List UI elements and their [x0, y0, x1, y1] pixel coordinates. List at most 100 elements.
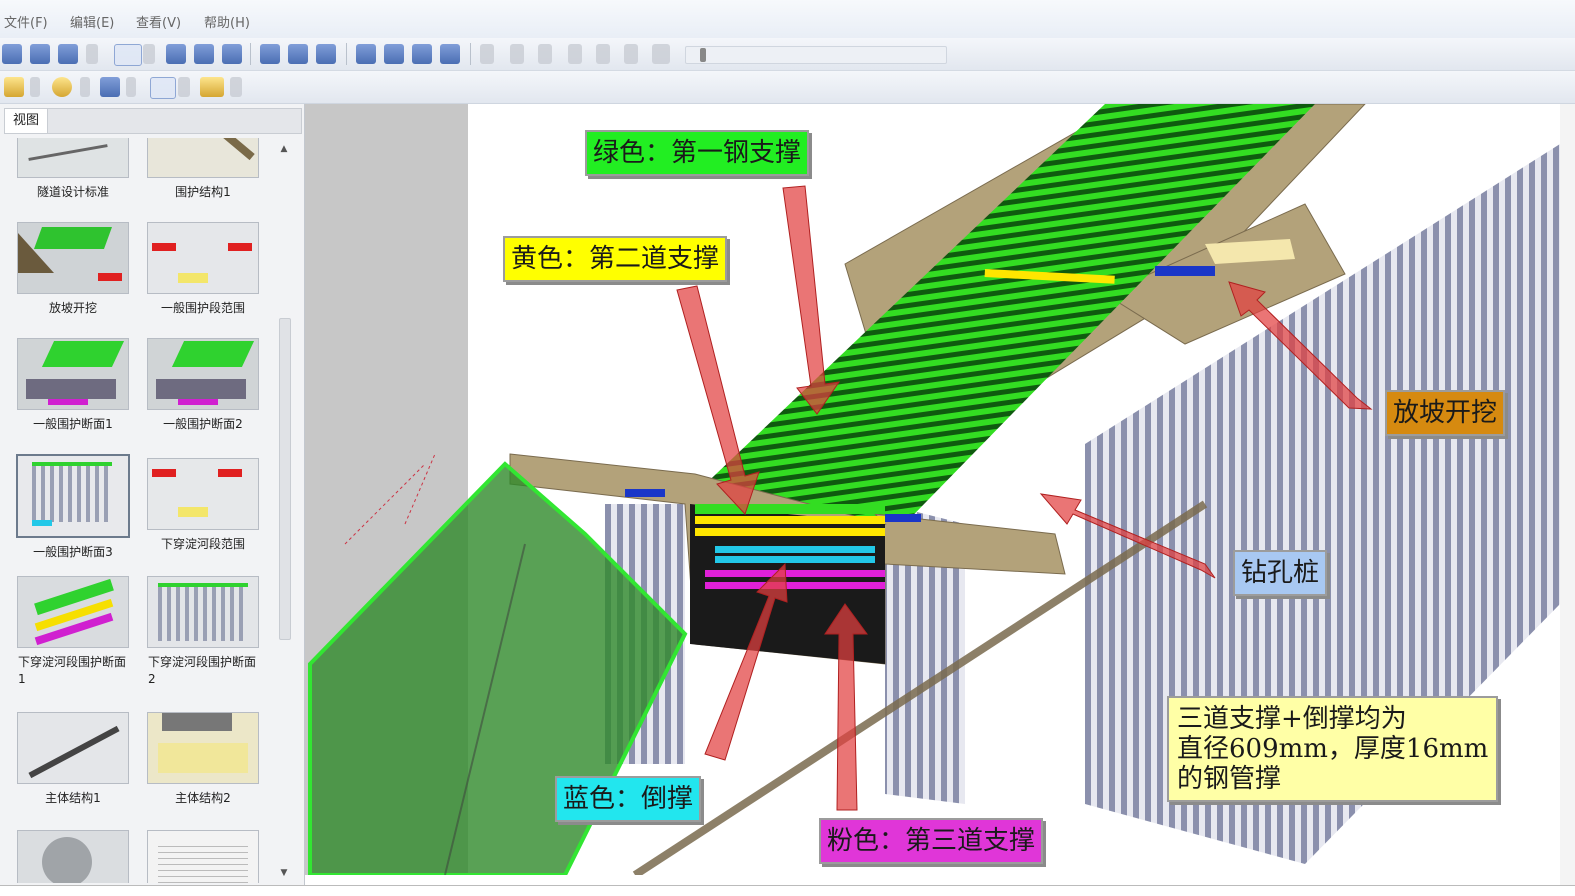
scroll-thumb[interactable] — [279, 318, 291, 640]
panel-scrollbar[interactable]: ▲ ▼ — [276, 138, 292, 883]
stop-icon[interactable] — [596, 44, 610, 64]
menu-bar: 文件(F) 编辑(E) 查看(V) 帮助(H) — [0, 0, 1575, 39]
thumbnail-image — [17, 222, 129, 294]
note-line: 的钢管撑 — [1177, 764, 1282, 794]
grid-icon[interactable] — [166, 44, 186, 64]
thumbnail-item[interactable]: 一般围护断面1 — [14, 338, 132, 433]
nav-2-icon[interactable] — [384, 44, 404, 64]
thumbnail-item[interactable]: 下穿淀河段范围 — [144, 458, 262, 553]
thumbnail-label: 主体结构2 — [175, 791, 231, 805]
status-strip — [0, 885, 1575, 896]
slope-excavation-label: 放坡开挖 — [1385, 390, 1506, 436]
material-dropdown-icon[interactable] — [80, 77, 90, 97]
main-toolbar — [0, 38, 1575, 71]
thumbnail-item[interactable]: 围护结构1 — [144, 138, 262, 201]
thumbnail-image — [147, 458, 259, 530]
orbit-icon[interactable] — [288, 44, 308, 64]
thumbnail-item[interactable]: 主体结构1 — [14, 712, 132, 807]
redo-icon[interactable] — [86, 44, 98, 64]
undo-icon[interactable] — [58, 44, 78, 64]
green-strut-section — [695, 504, 885, 514]
thumbnail-item[interactable] — [14, 830, 132, 883]
material-icon[interactable] — [52, 77, 72, 97]
thumbnail-label: 一般围护断面3 — [33, 545, 113, 559]
yellow-strut-section — [695, 516, 885, 524]
thumbnail-label: 一般围护断面2 — [163, 417, 243, 431]
thumbnail-item[interactable]: 下穿淀河段围护断面1 — [14, 576, 132, 688]
3d-viewport[interactable]: 绿色：第一钢支撑 黄色：第二道支撑 蓝色：倒撑 粉色：第三道支撑 放坡开挖 钻孔… — [305, 104, 1560, 875]
thumbnail-item-selected[interactable]: 一般围护断面3 — [14, 454, 132, 561]
loop-icon[interactable] — [652, 44, 670, 64]
nav-3-icon[interactable] — [412, 44, 432, 64]
pause-icon[interactable] — [568, 44, 582, 64]
thumbnail-image — [147, 712, 259, 784]
yellow-strut-label: 黄色：第二道支撑 — [503, 236, 728, 282]
light-dropdown-icon[interactable] — [30, 77, 40, 97]
thumbnail-item[interactable]: 一般围护断面2 — [144, 338, 262, 433]
toolbar-separator — [250, 43, 251, 65]
pencil-icon[interactable] — [200, 77, 224, 97]
toolbar-separator — [346, 43, 347, 65]
thumbnail-label: 下穿淀河段围护断面2 — [148, 655, 257, 686]
thumbnail-list: 隧道设计标准 围护结构1 放坡开挖 一般围护段范围 一般围护断面1 一般围护断面… — [10, 138, 272, 883]
thumbnail-image — [147, 576, 259, 648]
slider-thumb[interactable] — [700, 48, 706, 62]
scroll-down-icon[interactable]: ▼ — [279, 868, 289, 878]
menu-file[interactable]: 文件(F) — [4, 12, 48, 31]
thumbnail-image — [16, 454, 130, 538]
cyan-strut-section — [715, 546, 875, 553]
thumbnail-item[interactable]: 隧道设计标准 — [14, 138, 132, 201]
scroll-up-icon[interactable]: ▲ — [279, 144, 289, 154]
thumbnail-image — [17, 338, 129, 410]
move-dropdown-icon[interactable] — [178, 77, 190, 97]
thumbnail-label: 下穿淀河段围护断面1 — [18, 655, 127, 686]
green-strut-label: 绿色：第一钢支撑 — [585, 130, 810, 176]
tab-views[interactable]: 视图 — [5, 109, 48, 133]
thumbnail-item[interactable] — [144, 830, 262, 883]
thumbnail-image — [17, 712, 129, 784]
render-dropdown-icon[interactable] — [126, 77, 136, 97]
thumbnail-label: 一般围护段范围 — [160, 301, 245, 315]
link-icon[interactable] — [194, 44, 214, 64]
light-icon[interactable] — [4, 77, 24, 97]
secondary-toolbar — [0, 71, 1575, 104]
info-icon[interactable] — [222, 44, 242, 64]
menu-edit[interactable]: 编辑(E) — [70, 12, 114, 31]
thumbnail-image — [17, 138, 129, 178]
note-box: 三道支撑+倒撑均为 直径609mm，厚度16mm 的钢管撑 — [1167, 696, 1499, 802]
first-frame-icon[interactable] — [480, 44, 494, 64]
nav-4-icon[interactable] — [440, 44, 460, 64]
menu-help[interactable]: 帮助(H) — [204, 12, 250, 31]
thumbnail-image — [147, 222, 259, 294]
nav-1-icon[interactable] — [356, 44, 376, 64]
camera-icon[interactable] — [260, 44, 280, 64]
note-line: 直径609mm，厚度16mm — [1177, 734, 1489, 764]
zoom-fit-icon[interactable] — [114, 44, 142, 66]
play-icon[interactable] — [538, 44, 552, 64]
note-line: 三道支撑+倒撑均为 — [1177, 704, 1407, 734]
pink-strut-section — [705, 570, 885, 577]
thumbnail-label: 下穿淀河段范围 — [160, 537, 245, 551]
thumbnail-item[interactable]: 下穿淀河段围护断面2 — [144, 576, 262, 688]
bored-pile-label: 钻孔桩 — [1233, 550, 1328, 596]
blue-strut-label: 蓝色：倒撑 — [555, 776, 702, 822]
thumbnail-item[interactable]: 放坡开挖 — [14, 222, 132, 317]
open-icon[interactable] — [2, 44, 22, 64]
thumbnail-image — [147, 138, 259, 178]
last-frame-icon[interactable] — [624, 44, 638, 64]
thumbnail-item[interactable]: 一般围护段范围 — [144, 222, 262, 317]
thumbnail-label: 主体结构1 — [45, 791, 101, 805]
menu-view[interactable]: 查看(V) — [136, 12, 181, 31]
move-icon[interactable] — [150, 77, 176, 99]
save-icon[interactable] — [30, 44, 50, 64]
thumbnail-label: 围护结构1 — [175, 185, 231, 199]
thumbnail-item[interactable]: 主体结构2 — [144, 712, 262, 807]
thumbnail-label: 隧道设计标准 — [36, 185, 109, 199]
zoom-dropdown-icon[interactable] — [143, 44, 155, 64]
thumbnail-label: 放坡开挖 — [48, 301, 97, 315]
pencil-dropdown-icon[interactable] — [230, 77, 242, 97]
prev-frame-icon[interactable] — [510, 44, 524, 64]
animation-slider[interactable] — [685, 46, 947, 64]
render-icon[interactable] — [100, 77, 120, 97]
select-icon[interactable] — [316, 44, 336, 64]
